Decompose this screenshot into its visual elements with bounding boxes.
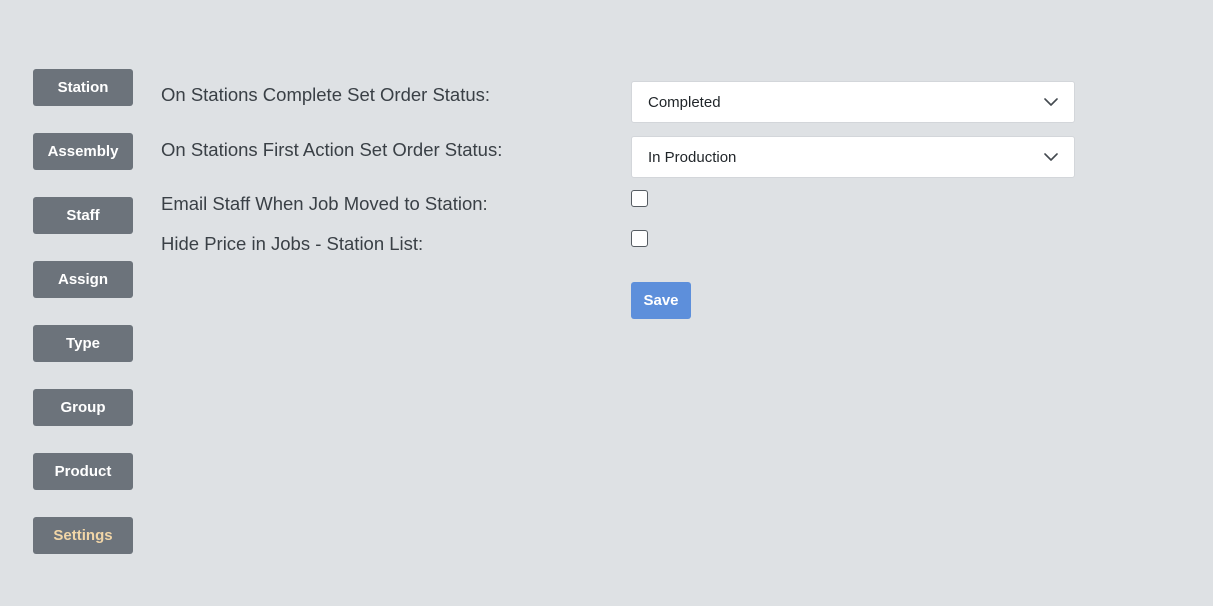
- first-action-status-label: On Stations First Action Set Order Statu…: [161, 139, 503, 160]
- sidebar-item-product[interactable]: Product: [33, 453, 133, 490]
- hide-price-label: Hide Price in Jobs - Station List:: [161, 233, 424, 254]
- sidebar-item-station[interactable]: Station: [33, 69, 133, 106]
- complete-status-value: Completed: [648, 93, 721, 111]
- sidebar-item-group[interactable]: Group: [33, 389, 133, 426]
- hide-price-checkbox[interactable]: [631, 230, 648, 247]
- save-button[interactable]: Save: [631, 282, 691, 319]
- first-action-status-select[interactable]: In Production: [631, 136, 1075, 178]
- complete-status-select[interactable]: Completed: [631, 81, 1075, 123]
- chevron-down-icon: [1044, 95, 1058, 109]
- email-staff-checkbox[interactable]: [631, 190, 648, 207]
- sidebar-item-staff[interactable]: Staff: [33, 197, 133, 234]
- first-action-status-value: In Production: [648, 148, 737, 166]
- complete-status-label: On Stations Complete Set Order Status:: [161, 84, 491, 105]
- email-staff-label: Email Staff When Job Moved to Station:: [161, 193, 488, 214]
- sidebar-item-assign[interactable]: Assign: [33, 261, 133, 298]
- sidebar: Station Assembly Staff Assign Type Group…: [33, 69, 133, 581]
- sidebar-item-type[interactable]: Type: [33, 325, 133, 362]
- sidebar-item-settings[interactable]: Settings: [33, 517, 133, 554]
- chevron-down-icon: [1044, 150, 1058, 164]
- sidebar-item-assembly[interactable]: Assembly: [33, 133, 133, 170]
